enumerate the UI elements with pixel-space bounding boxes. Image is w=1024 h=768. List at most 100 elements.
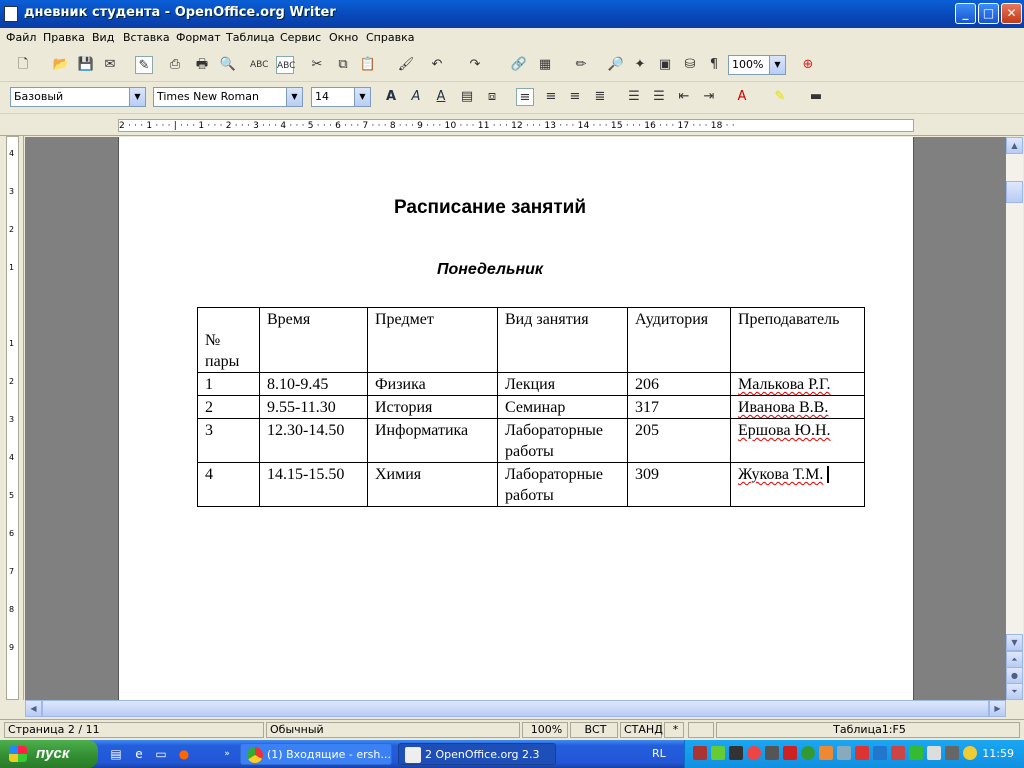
menu-edit[interactable]: Правка [43,31,85,44]
vertical-ruler[interactable]: 4 3 2 1 1 2 3 4 5 6 7 8 9 [0,136,24,700]
bullets-icon[interactable]: ☰ [650,88,668,106]
table-cell[interactable]: 205 [627,418,731,463]
page-style[interactable]: Обычный [266,722,520,738]
table-cell[interactable]: 8.10-9.45 [259,372,368,396]
tray-app-icon[interactable] [873,746,887,760]
tray-app-icon[interactable] [855,746,869,760]
background-color-icon[interactable]: ▬ [807,88,825,106]
open-icon[interactable]: 📂 [52,56,70,74]
nonprinting-characters-icon[interactable]: ¶ [705,56,723,74]
menu-insert[interactable]: Вставка [123,31,170,44]
font-color-icon[interactable]: A [733,88,751,106]
page-indicator[interactable]: Страница 2 / 11 [4,722,264,738]
table-icon[interactable]: ▦ [536,56,554,74]
quicklaunch-more-icon[interactable]: » [219,746,235,762]
justify-icon[interactable]: ≣ [591,88,609,106]
table-cell[interactable]: История [367,395,498,419]
mail-icon[interactable]: ✉ [101,56,119,74]
show-draw-functions-icon[interactable]: ✏ [572,56,590,74]
scroll-right-icon[interactable]: ▶ [989,700,1006,717]
align-right-icon[interactable]: ≡ [566,88,584,106]
autospellcheck-icon[interactable]: ABC [276,56,295,74]
table-cell[interactable]: Информатика [367,418,498,463]
table-cell[interactable]: Иванова В.В. [730,395,865,419]
tray-app-icon[interactable] [747,746,761,760]
align-center-icon[interactable]: ≡ [542,88,560,106]
scroll-up-icon[interactable]: ▲ [1006,137,1023,154]
table-cell[interactable]: Химия [367,462,498,507]
font-name-select[interactable]: Times New Roman ▼ [153,87,303,107]
vertical-scrollbar[interactable]: ▲ ▼ ⏶ ● ⏷ [1006,137,1023,700]
tray-app-icon[interactable] [909,746,923,760]
tray-app-icon[interactable] [963,746,977,760]
table-cell[interactable]: Малькова Р.Г. [730,372,865,396]
styles-formatting-icon[interactable]: ▤ [458,88,476,106]
paste-icon[interactable]: 📋 [359,56,377,74]
help-icon[interactable]: ⊕ [799,56,817,74]
header-cell[interactable]: № пары [197,307,260,373]
print-preview-icon[interactable]: 🔍 [219,56,237,74]
scroll-down-icon[interactable]: ▼ [1006,634,1023,651]
tray-app-icon[interactable] [783,746,797,760]
tray-app-icon[interactable] [711,746,725,760]
language-indicator[interactable]: RL [652,747,666,760]
navigator-icon[interactable]: ✦ [631,56,649,74]
table-cell[interactable]: 3 [197,418,260,463]
new-document-icon[interactable]: 🗋 [14,56,32,74]
schedule-table[interactable]: № пары Время Предмет Вид занятия Аудитор… [197,307,865,507]
taskbar-button-mail[interactable]: (1) Входящие - ersh... [240,743,392,765]
table-cell[interactable]: 2 [197,395,260,419]
insert-mode-indicator[interactable]: ВСТ [570,722,618,738]
horizontal-scrollbar[interactable]: ◀ ▶ [25,700,1006,717]
table-cell[interactable]: Ершова Ю.Н. [730,418,865,463]
quicklaunch-doc-icon[interactable]: ▤ [108,746,124,762]
table-cell[interactable]: 309 [627,462,731,507]
table-cell[interactable]: 1 [197,372,260,396]
underline-icon[interactable]: A [432,88,450,106]
document-page[interactable]: Расписание занятий Понедельник № пары Вр… [118,137,914,700]
next-page-icon[interactable]: ⏷ [1006,683,1023,700]
selection-mode-indicator[interactable]: СТАНД [620,722,663,738]
table-cell[interactable]: Лабораторные работы [497,462,628,507]
menu-table[interactable]: Таблица [226,31,275,44]
close-button[interactable]: ✕ [1001,3,1022,24]
table-cell[interactable]: 14.15-15.50 [259,462,368,507]
table-cell[interactable]: Семинар [497,395,628,419]
table-cell[interactable]: 4 [197,462,260,507]
zoom-indicator[interactable]: 100% [522,722,568,738]
quicklaunch-desktop-icon[interactable]: ▭ [153,746,169,762]
tray-app-icon[interactable] [729,746,743,760]
tray-app-icon[interactable] [819,746,833,760]
header-cell[interactable]: Аудитория [627,307,731,373]
table-cell[interactable]: 9.55-11.30 [259,395,368,419]
edit-mode-icon[interactable]: ✎ [135,56,153,74]
hyperlink-icon[interactable]: 🔗 [510,56,528,74]
align-left-icon[interactable]: ≡ [516,88,534,106]
format-paintbrush-icon[interactable]: 🖌 [397,56,415,74]
cut-icon[interactable]: ✂ [308,56,326,74]
tray-app-icon[interactable] [837,746,851,760]
menu-view[interactable]: Вид [92,31,114,44]
bold-icon[interactable]: A [382,88,400,106]
print-icon[interactable]: 🖶 [193,56,211,74]
tray-app-icon[interactable] [927,746,941,760]
find-replace-icon[interactable]: 🔎 [607,56,625,74]
header-cell[interactable]: Предмет [367,307,498,373]
menu-file[interactable]: Файл [6,31,36,44]
decrease-indent-icon[interactable]: ⇤ [675,88,693,106]
numbering-icon[interactable]: ☰ [625,88,643,106]
header-cell[interactable]: Преподаватель [730,307,865,373]
menu-tools[interactable]: Сервис [280,31,321,44]
zoom-select[interactable]: 100% ▼ [728,55,786,75]
tray-app-icon[interactable] [765,746,779,760]
tray-app-icon[interactable] [945,746,959,760]
previous-page-icon[interactable]: ⏶ [1006,651,1023,668]
table-cell[interactable]: 206 [627,372,731,396]
header-cell[interactable]: Время [259,307,368,373]
tray-app-icon[interactable] [801,746,815,760]
gallery-icon[interactable]: ▣ [656,56,674,74]
menu-help[interactable]: Справка [366,31,414,44]
table-cell[interactable]: Физика [367,372,498,396]
tray-app-icon[interactable] [693,746,707,760]
table-cell[interactable]: Лабораторные работы [497,418,628,463]
